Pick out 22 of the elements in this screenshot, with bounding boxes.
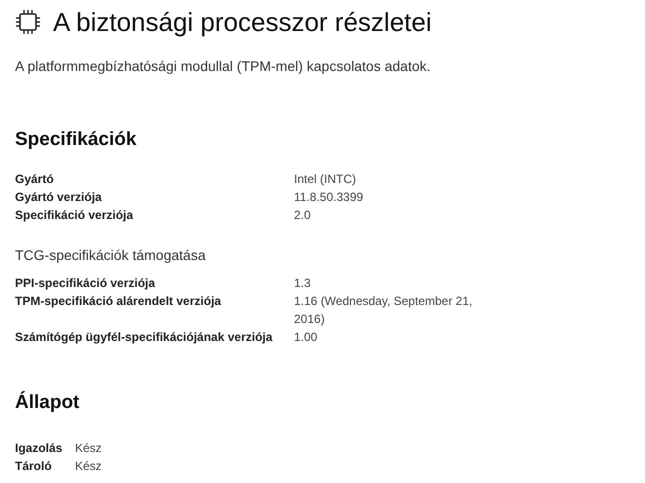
- property-label: TPM-specifikáció alárendelt verziója: [15, 293, 222, 310]
- property-value: 1.3: [294, 275, 312, 292]
- property-label: PPI-specifikáció verziója: [15, 275, 156, 292]
- property-value: Intel (INTC): [294, 171, 358, 188]
- section-heading: Specifikációk: [15, 128, 138, 152]
- property-label: Igazolás: [15, 440, 64, 457]
- page-title: A biztonsági processzor részletei: [53, 6, 432, 38]
- property-value: 11.8.50.3399: [294, 189, 364, 206]
- property-value: Kész: [75, 440, 103, 457]
- subsection-heading: TCG-specifikációk támogatása: [15, 246, 207, 264]
- property-label: Tároló: [15, 458, 53, 475]
- property-label: Gyártó: [15, 171, 55, 188]
- property-value: Kész: [75, 458, 103, 475]
- page-description: A platformmegbízhatósági modullal (TPM-mel) kapcsolatos adatok.: [15, 57, 432, 75]
- section-heading: Állapot: [15, 390, 80, 415]
- property-label: Gyártó verziója: [15, 189, 103, 206]
- property-value: 2.0: [294, 207, 312, 224]
- property-value: 1.16 (Wednesday, September 21, 2016): [294, 293, 474, 328]
- property-label: Számítógép ügyfél-specifikációjának verziója: [15, 329, 274, 346]
- property-label: Specifikáció verziója: [15, 207, 134, 224]
- property-value: 1.00: [294, 329, 318, 346]
- processor-chip-icon: [15, 9, 41, 35]
